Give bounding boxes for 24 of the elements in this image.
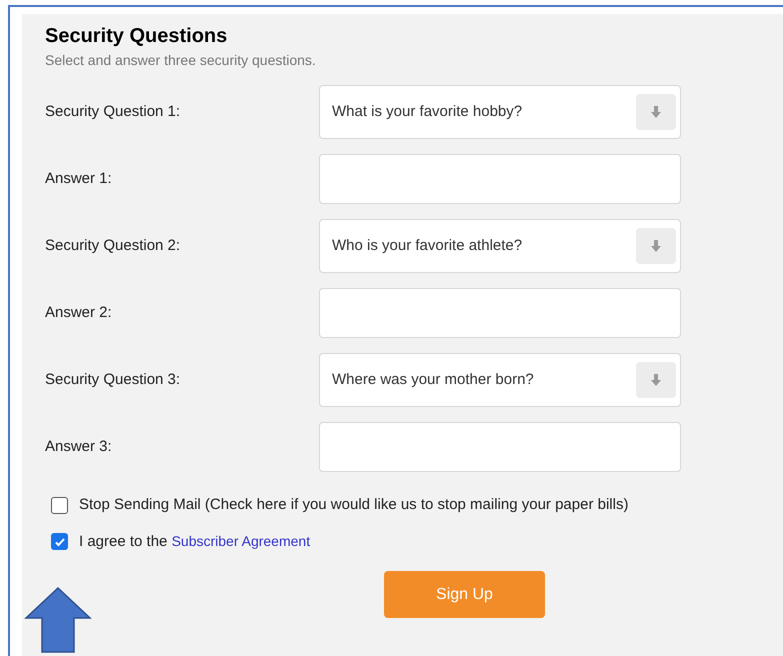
arrow-up-icon: [24, 587, 92, 653]
field-label: Security Question 2:: [45, 236, 182, 256]
checkbox[interactable]: [51, 533, 68, 550]
section-subtitle: Select and answer three security questions.: [45, 51, 317, 70]
checkmark-icon: [54, 536, 66, 548]
answer-field[interactable]: [319, 422, 681, 472]
checkbox-label: Stop Sending Mail (Check here if you would like us to stop mailing your paper bills): [79, 495, 628, 515]
field-label: Security Question 1:: [45, 102, 182, 122]
field-label: Security Question 3:: [45, 370, 182, 390]
field-label: Answer 3:: [45, 436, 113, 457]
checkbox[interactable]: [51, 496, 68, 514]
section-title: Security Questions: [45, 24, 228, 49]
checkbox-label: I agree to the Subscriber Agreement: [79, 532, 310, 552]
arrow-down-icon: [636, 94, 676, 130]
question-dropdown[interactable]: Who is your favorite athlete?: [319, 219, 681, 273]
field-label: Answer 1:: [45, 168, 113, 189]
answer-field[interactable]: [319, 288, 681, 338]
agreement-link[interactable]: Subscriber Agreement: [172, 532, 310, 548]
arrow-down-icon: [636, 228, 676, 264]
field-label: Answer 2:: [45, 302, 113, 323]
question-dropdown[interactable]: What is your favorite hobby?: [319, 85, 681, 139]
arrow-down-icon: [636, 362, 676, 398]
answer-field[interactable]: [319, 154, 681, 204]
question-dropdown[interactable]: Where was your mother born?: [319, 353, 681, 407]
